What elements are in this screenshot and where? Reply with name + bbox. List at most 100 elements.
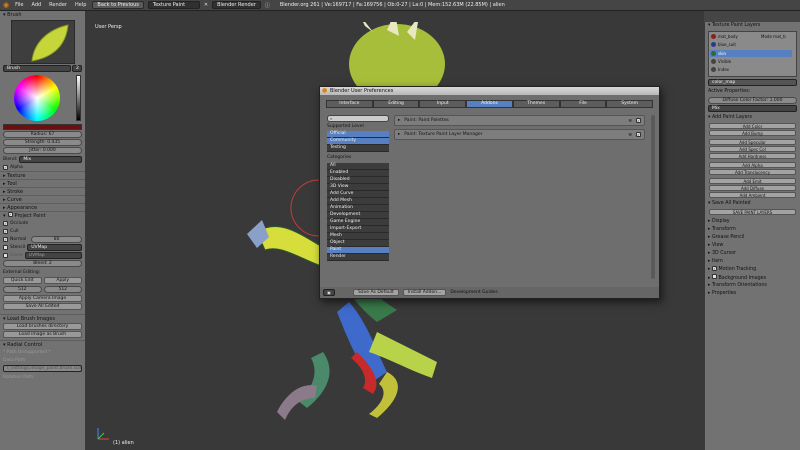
display-panel-header[interactable]: Display — [705, 218, 800, 226]
layer-row[interactable]: Index — [711, 67, 729, 72]
add-bump-button[interactable]: Add Bump — [709, 130, 796, 136]
save-all-painted-header[interactable]: Save All Painted — [705, 200, 800, 208]
addon-search-input[interactable]: ⌕ — [327, 115, 389, 122]
category-animation[interactable]: Animation — [327, 205, 389, 212]
addon-enable-checkbox[interactable]: ✓ — [636, 118, 641, 123]
add-ambient-button[interactable]: Add Ambient — [709, 192, 796, 198]
add-specular-button[interactable]: Add Specular — [709, 139, 796, 145]
transform-orientations-panel-header[interactable]: Transform Orientations — [705, 282, 800, 290]
stroke-panel-header[interactable]: Stroke — [0, 187, 85, 195]
size-y-field[interactable]: 512 — [43, 286, 82, 293]
add-color-button[interactable]: Add Color — [709, 123, 796, 129]
tab-file[interactable]: File — [559, 100, 607, 108]
appearance-panel-header[interactable]: Appearance — [0, 203, 85, 211]
alpha-checkbox[interactable]: ✓ — [3, 164, 8, 170]
curve-panel-header[interactable]: Curve — [0, 195, 85, 203]
tab-system[interactable]: System — [606, 100, 654, 108]
3d-cursor-panel-header[interactable]: 3D Cursor — [705, 250, 800, 258]
add-paint-layers-header[interactable]: Add Paint Layers — [705, 114, 800, 122]
normal-checkbox[interactable]: ✓ — [3, 236, 8, 242]
category-all[interactable]: All — [327, 163, 389, 170]
support-testing[interactable]: Testing — [327, 145, 389, 152]
color-map-field[interactable]: color_map — [708, 79, 797, 86]
category-object[interactable]: Object — [327, 240, 389, 247]
category-3d-view[interactable]: 3D View — [327, 184, 389, 191]
addon-list-scrollbar[interactable] — [651, 115, 655, 279]
brush-selector[interactable]: Brush — [3, 65, 71, 72]
screen-layout-dropdown[interactable]: Texture Paint — [147, 1, 200, 9]
blender-logo-icon[interactable]: ◉ — [3, 1, 9, 9]
blend-dropdown[interactable]: Mix — [19, 155, 82, 163]
layer-row[interactable]: mat_body — [711, 34, 738, 39]
add-spec-col-button[interactable]: Add Spec Col — [709, 146, 796, 152]
cull-checkbox[interactable]: ✓ — [3, 228, 8, 234]
tab-input[interactable]: Input — [419, 100, 467, 108]
quick-edit-button[interactable]: Quick Edit — [3, 277, 42, 284]
category-paint[interactable]: Paint — [327, 247, 389, 254]
clone-checkbox[interactable] — [3, 252, 8, 258]
back-to-previous-button[interactable]: Back to Previous — [92, 1, 144, 9]
menu-file[interactable]: File — [13, 2, 25, 8]
apply-camera-image-button[interactable]: Apply Camera Image — [3, 295, 82, 302]
development-guides-link[interactable]: Development Guides — [450, 290, 497, 295]
size-x-field[interactable]: 512 — [3, 286, 42, 293]
close-icon[interactable]: ✕ — [204, 2, 208, 8]
category-game-engine[interactable]: Game Engine — [327, 219, 389, 226]
radius-field[interactable]: Radius: 67 — [3, 131, 82, 138]
diffuse-color-factor-field[interactable]: Diffuse Color Factor: 1.000 — [708, 97, 797, 104]
add-hardness-button[interactable]: Add Hardness — [709, 153, 796, 159]
menu-render[interactable]: Render — [47, 2, 69, 8]
support-community[interactable]: Community — [327, 138, 389, 145]
texture-panel-header[interactable]: Texture — [0, 171, 85, 179]
category-import-export[interactable]: Import-Export — [327, 226, 389, 233]
tool-panel-header[interactable]: Tool — [0, 179, 85, 187]
add-translucency-button[interactable]: Add Translucency — [709, 169, 796, 175]
brush-panel-header[interactable]: Brush — [0, 11, 85, 19]
save-paint-layers-button[interactable]: SAVE PAINT LAYERS — [709, 209, 796, 215]
category-render[interactable]: Render — [327, 254, 389, 261]
support-official[interactable]: Official — [327, 131, 389, 138]
texture-paint-layers-header[interactable]: Texture Paint Layers — [705, 22, 800, 30]
dialog-titlebar[interactable]: ● Blender User Preferences — [320, 87, 659, 95]
load-image-as-brush-button[interactable]: Load image as Brush — [3, 331, 82, 338]
item-panel-header[interactable]: Item — [705, 258, 800, 266]
view-panel-header[interactable]: View — [705, 242, 800, 250]
strength-field[interactable]: Strength: 0.435 — [3, 139, 82, 146]
radial-control-header[interactable]: Radial Control — [0, 340, 85, 348]
jitter-field[interactable]: Jitter: 0.000 — [3, 147, 82, 154]
category-mesh[interactable]: Mesh — [327, 233, 389, 240]
tab-themes[interactable]: Themes — [512, 100, 560, 108]
editor-type-icon[interactable]: ▣ — [323, 289, 335, 296]
background-images-checkbox[interactable] — [711, 274, 717, 279]
project-paint-panel-header[interactable]: ✓Project Paint — [0, 211, 85, 219]
layer-row-selected[interactable]: skin — [710, 50, 792, 57]
normal-angle-field[interactable]: 80 — [31, 235, 82, 243]
expand-triangle-icon[interactable]: ▸ — [398, 132, 400, 137]
stencil-checkbox[interactable] — [3, 244, 8, 250]
data-path-field[interactable]: t_settings.image_paint.brush.size — [3, 365, 82, 372]
category-add-mesh[interactable]: Add Mesh — [327, 198, 389, 205]
add-diffuse-button[interactable]: Add Diffuse — [709, 185, 796, 191]
brush-preview[interactable] — [11, 20, 75, 64]
addon-enable-checkbox[interactable]: ✓ — [636, 132, 641, 137]
menu-help[interactable]: Help — [73, 2, 88, 8]
menu-add[interactable]: Add — [29, 2, 43, 8]
occlude-checkbox[interactable]: ✓ — [3, 220, 8, 226]
bleed-field[interactable]: Bleed: 2 — [3, 260, 82, 267]
save-all-edited-button[interactable]: Save All Edited — [3, 303, 82, 310]
color-swatch[interactable] — [3, 124, 82, 130]
tab-editing[interactable]: Editing — [372, 100, 420, 108]
category-add-curve[interactable]: Add Curve — [327, 191, 389, 198]
category-disabled[interactable]: Disabled — [327, 177, 389, 184]
stencil-uv-dropdown[interactable]: UVMap — [27, 243, 82, 251]
tab-interface[interactable]: Interface — [326, 100, 373, 108]
layer-row[interactable]: blue_suit — [711, 42, 736, 47]
color-wheel[interactable] — [14, 75, 60, 121]
tab-addons[interactable]: Addons — [466, 100, 513, 108]
layer-blend-dropdown[interactable]: Mix — [708, 105, 797, 112]
layer-row[interactable]: Visible — [711, 59, 731, 64]
add-emit-button[interactable]: Add Emit — [709, 178, 796, 184]
motion-tracking-panel-header[interactable]: ✓ Motion Tracking — [705, 266, 800, 274]
load-brush-images-header[interactable]: Load Brush Images — [0, 314, 85, 322]
addon-row[interactable]: ▸ Paint: Texture Paint Layer Manager ⚒ ✓ — [394, 129, 645, 140]
